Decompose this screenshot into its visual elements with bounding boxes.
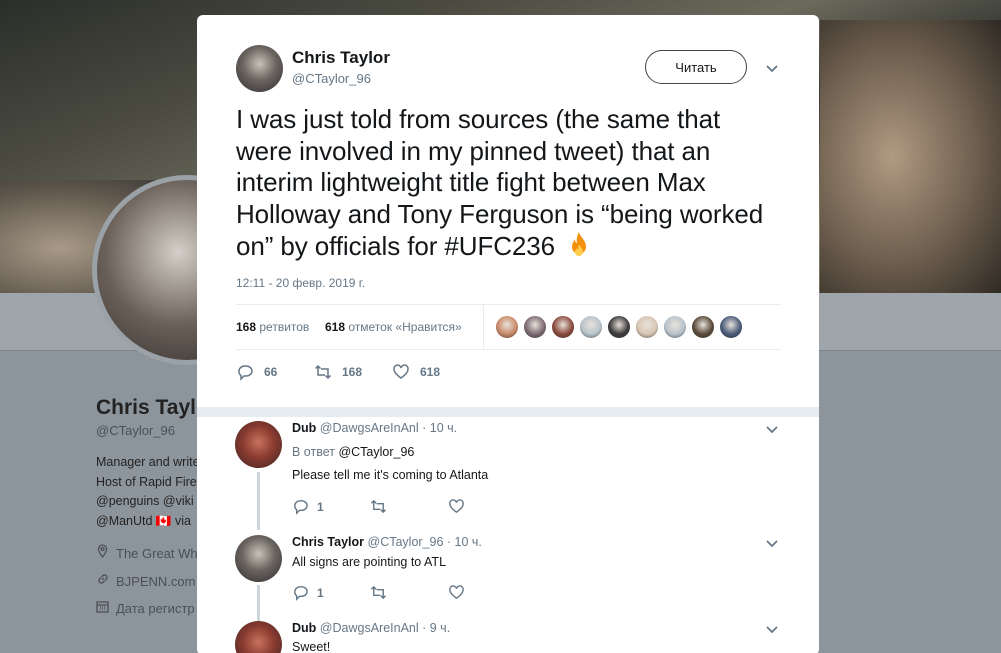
likes-stat[interactable]: 618 отметок «Нравится» (325, 320, 462, 334)
likes-label: отметок «Нравится» (348, 320, 462, 334)
liker-avatar[interactable] (523, 315, 547, 339)
like-action[interactable] (448, 584, 473, 601)
reply-author-handle[interactable]: @CTaylor_96 (368, 535, 444, 549)
bio-line: @penguins @viki (96, 494, 194, 508)
like-count: 618 (420, 365, 441, 379)
reply-author-name[interactable]: Dub (292, 421, 316, 435)
tweet-timestamp[interactable]: 12:11 - 20 февр. 2019 г. (236, 276, 365, 290)
website-text[interactable]: BJPENN.com (116, 574, 195, 589)
profile-handle: @CTaylor_96 (96, 423, 175, 438)
author-avatar[interactable] (236, 45, 283, 92)
joined-text: Дата регистр (116, 601, 195, 616)
retweet-action[interactable]: 168 (314, 363, 362, 381)
reply-icon (294, 586, 308, 601)
liker-avatar[interactable] (579, 315, 603, 339)
reply-count: 1 (317, 585, 324, 600)
likes-count: 618 (325, 320, 346, 334)
replies-separator (197, 407, 819, 417)
profile-bio: Manager and write Host of Rapid Fire @pe… (96, 453, 206, 531)
chevron-down-icon[interactable] (764, 536, 780, 552)
retweet-icon (370, 499, 387, 514)
reply-author-name[interactable]: Dub (292, 621, 316, 635)
reply-avatar[interactable] (235, 421, 282, 468)
reply-action[interactable]: 66 (236, 363, 277, 381)
reply-avatar[interactable] (235, 535, 282, 582)
profile-website[interactable]: BJPENN.com (96, 572, 206, 589)
liker-avatar[interactable] (607, 315, 631, 339)
hashtag-link[interactable]: #UFC236 (444, 231, 555, 261)
reply-text: All signs are pointing to ATL (292, 555, 447, 569)
reply-time[interactable]: · 10 ч. (422, 421, 457, 435)
location-pin-icon (96, 544, 112, 561)
liker-avatar[interactable] (691, 315, 715, 339)
retweets-count: 168 (236, 320, 257, 334)
reply-avatar[interactable] (235, 621, 282, 653)
fire-emoji-icon (572, 232, 587, 256)
retweet-action[interactable] (370, 498, 395, 515)
thread-line (257, 472, 260, 530)
link-icon (96, 572, 112, 589)
retweet-count: 168 (342, 365, 363, 379)
retweet-icon (370, 585, 387, 600)
like-action[interactable] (448, 498, 473, 515)
reply-action[interactable]: 1 (292, 498, 324, 515)
reply-text: Sweet! (292, 640, 331, 653)
tweet-stats: 168 ретвитов 618 отметок «Нравится» (236, 304, 781, 350)
reply-icon (238, 365, 253, 381)
liker-avatar[interactable] (719, 315, 743, 339)
tweet-modal: Chris Taylor @CTaylor_96 Читать I was ju… (197, 15, 819, 653)
reply-author-name[interactable]: Chris Taylor (292, 535, 364, 549)
liker-avatar[interactable] (551, 315, 575, 339)
tweet-text: I was just told from sources (the same t… (236, 104, 776, 263)
heart-icon (449, 499, 464, 514)
author-name[interactable]: Chris Taylor (292, 48, 390, 68)
reply-author-handle[interactable]: @DawgsAreInAnl (320, 621, 419, 635)
reply-action[interactable]: 1 (292, 584, 324, 601)
retweets-label: ретвитов (259, 320, 310, 334)
chevron-down-icon[interactable] (764, 622, 780, 638)
banner-scenery (820, 20, 1001, 293)
heart-icon (449, 585, 464, 600)
reply-header: Dub @DawgsAreInAnl · 9 ч. (292, 621, 450, 635)
reply-count: 66 (264, 365, 278, 379)
reply-time[interactable]: · 9 ч. (422, 621, 450, 635)
profile-joined: Дата регистр (96, 600, 206, 616)
reply-to-prefix: В ответ (292, 445, 335, 459)
calendar-icon (96, 600, 112, 616)
reply-header: Dub @DawgsAreInAnl · 10 ч. (292, 421, 457, 435)
liker-avatar[interactable] (663, 315, 687, 339)
retweet-action[interactable] (370, 584, 395, 601)
reply-time[interactable]: · 10 ч. (447, 535, 482, 549)
location-text: The Great Wh (116, 546, 198, 561)
reply-to-handle[interactable]: @CTaylor_96 (338, 445, 414, 459)
chevron-down-icon[interactable] (764, 422, 780, 438)
heart-icon (393, 364, 409, 379)
reply-header: Chris Taylor @CTaylor_96 · 10 ч. (292, 535, 482, 549)
retweet-icon (314, 364, 332, 380)
bio-line: Host of Rapid Fire (96, 474, 197, 489)
like-action[interactable]: 618 (392, 363, 440, 381)
reply-to: В ответ @CTaylor_96 (292, 445, 414, 459)
profile-location: The Great Wh (96, 544, 206, 561)
reply-icon (294, 500, 308, 515)
liker-avatar[interactable] (635, 315, 659, 339)
chevron-down-icon[interactable] (764, 61, 780, 77)
reply-text: Please tell me it's coming to Atlanta (292, 468, 489, 482)
bio-line: Manager and write (96, 455, 200, 469)
stats-divider (483, 305, 484, 349)
reply-count: 1 (317, 499, 324, 514)
bio-line: @ManUtd 🇨🇦 via (96, 513, 191, 528)
author-handle[interactable]: @CTaylor_96 (292, 71, 371, 86)
retweets-stat[interactable]: 168 ретвитов (236, 320, 309, 334)
thread-line (257, 585, 260, 621)
profile-name: Chris Tayl (96, 396, 196, 419)
follow-button[interactable]: Читать (645, 50, 747, 84)
reply-author-handle[interactable]: @DawgsAreInAnl (320, 421, 419, 435)
liker-avatar[interactable] (495, 315, 519, 339)
